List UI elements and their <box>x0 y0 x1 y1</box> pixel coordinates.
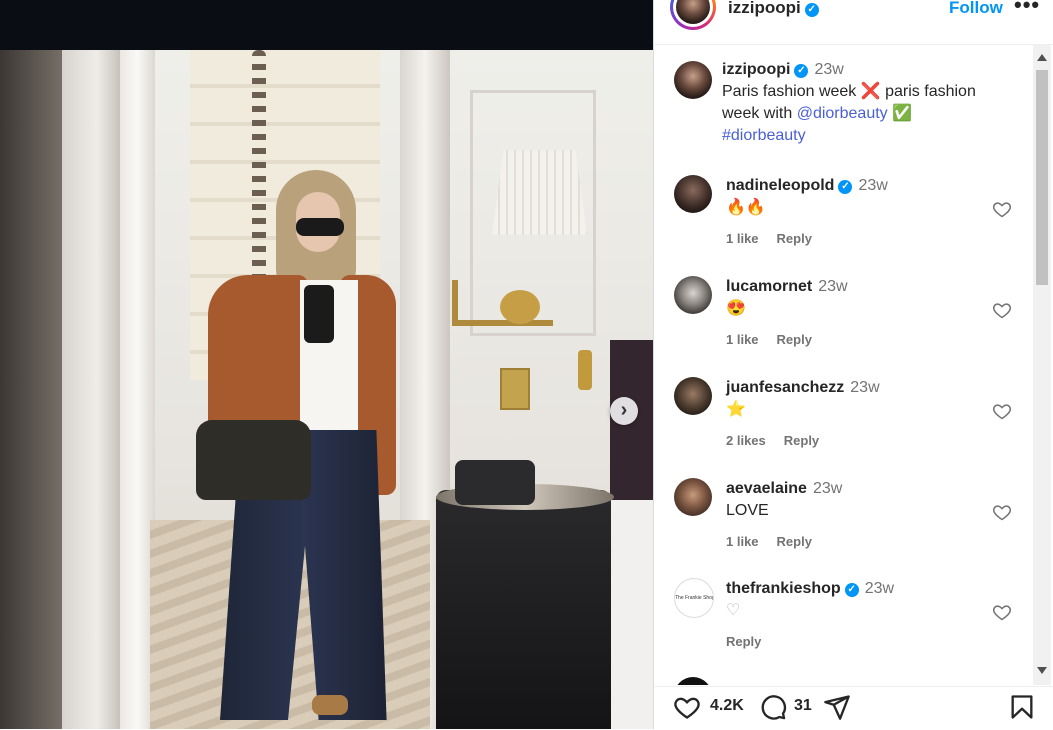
photo-lamp-plate <box>500 290 540 324</box>
heart-icon[interactable] <box>992 300 1012 320</box>
comments-count[interactable]: 31 <box>794 697 812 715</box>
comment-time[interactable]: 23w <box>813 480 842 497</box>
post-header: izzipoopi ✓ Follow ••• <box>654 0 1053 45</box>
comment-avatar[interactable] <box>674 677 712 685</box>
verified-badge-icon: ✓ <box>804 3 819 17</box>
photo-handbag <box>196 420 311 500</box>
comment-likes[interactable]: 1 like <box>726 534 759 549</box>
photo-outlet <box>500 368 530 410</box>
photo-shoe <box>312 695 348 715</box>
likes-count[interactable]: 4.2K <box>710 697 744 715</box>
comment-time[interactable]: 23w <box>858 177 887 194</box>
scroll-down-icon[interactable] <box>1037 667 1047 674</box>
photo-sconce <box>578 350 592 390</box>
bookmark-icon[interactable] <box>1008 693 1036 721</box>
heart-icon[interactable] <box>672 693 702 721</box>
comment-item: nadineleopold ✓ 23w 🔥🔥 1 like Reply <box>654 173 1032 268</box>
verified-badge-icon: ✓ <box>838 180 853 194</box>
comments-list[interactable]: izzipoopi ✓ 23w Paris fashion week ❌ paris… <box>654 45 1032 685</box>
scroll-up-icon[interactable] <box>1037 54 1047 61</box>
hashtag-link[interactable]: #diorbeauty <box>722 127 806 144</box>
heart-icon[interactable] <box>992 401 1012 421</box>
comment-icon[interactable] <box>758 693 788 721</box>
comment-time[interactable]: 23w <box>818 278 847 295</box>
comment-likes[interactable]: 1 like <box>726 231 759 246</box>
photo-lampshade <box>492 150 587 235</box>
heart-icon[interactable] <box>992 199 1012 219</box>
comment-item: lucamornet 23w 😍 1 like Reply <box>654 274 1032 369</box>
comment-username[interactable]: lucamornet <box>726 278 812 295</box>
reply-button[interactable]: Reply <box>726 634 761 649</box>
verified-badge-icon: ✓ <box>844 583 859 597</box>
photo-curtain-chain <box>252 50 266 300</box>
author-username[interactable]: izzipoopi ✓ <box>728 0 819 18</box>
comment-item: The Frankie Shop thefrankieshop ✓ 23w ♡ Re… <box>654 576 1032 671</box>
reply-button[interactable]: Reply <box>777 231 812 246</box>
share-icon[interactable] <box>822 693 852 721</box>
reply-button[interactable]: Reply <box>777 534 812 549</box>
heart-icon[interactable] <box>992 602 1012 622</box>
comment-avatar[interactable] <box>674 478 712 516</box>
mention-link[interactable]: @diorbeauty <box>797 105 888 122</box>
caption-text: Paris fashion week <box>722 83 857 100</box>
comment-avatar[interactable]: The Frankie Shop <box>674 578 714 618</box>
comment-avatar[interactable] <box>674 175 712 213</box>
caption-avatar[interactable] <box>674 61 712 99</box>
caption-time[interactable]: 23w <box>814 61 843 78</box>
comment-likes[interactable]: 1 like <box>726 332 759 347</box>
comment-text: ♡ <box>726 602 741 619</box>
photo-nightstand <box>436 490 611 729</box>
photo-smartphone <box>304 285 334 343</box>
reply-button[interactable]: Reply <box>784 433 819 448</box>
next-photo-button[interactable]: › <box>610 397 638 425</box>
comment-text: LOVE <box>726 502 769 519</box>
photo-door-frame <box>62 50 120 729</box>
comment-text: 😍 <box>726 300 746 317</box>
more-options-icon[interactable]: ••• <box>1014 0 1040 18</box>
post-side-panel: izzipoopi ✓ Follow ••• izzipoopi ✓ 23w Pari… <box>653 0 1053 730</box>
comment-item: aevaelaine 23w LOVE 1 like Reply <box>654 476 1032 571</box>
post-photo <box>0 50 653 729</box>
comment-username[interactable]: thefrankieshop <box>726 580 841 597</box>
heart-icon[interactable] <box>992 502 1012 522</box>
post-media-pane: › <box>0 0 653 729</box>
comment-username[interactable]: juanfesanchezz <box>726 379 844 396</box>
comment-text: ⭐ <box>726 401 746 418</box>
comment-time[interactable]: 23w <box>865 580 894 597</box>
photo-sunglasses <box>296 218 344 236</box>
comment-avatar[interactable] <box>674 377 712 415</box>
comments-scroll-thumb[interactable] <box>1036 70 1048 285</box>
cross-mark-icon: ❌ <box>860 83 881 100</box>
photo-desk-phone <box>455 460 535 505</box>
comment-item: juanfesanchezz 23w ⭐ 2 likes Reply <box>654 375 1032 470</box>
post-actions-bar: 4.2K 31 <box>654 686 1053 730</box>
follow-button[interactable]: Follow <box>949 0 1003 18</box>
caption-username[interactable]: izzipoopi <box>722 61 790 78</box>
check-mark-icon: ✅ <box>892 105 913 122</box>
chevron-right-icon: › <box>620 399 628 421</box>
reply-button[interactable]: Reply <box>777 332 812 347</box>
comment-avatar[interactable] <box>674 276 712 314</box>
verified-badge-icon: ✓ <box>794 64 809 78</box>
comment-likes[interactable]: 2 likes <box>726 433 766 448</box>
comment-username[interactable]: aevaelaine <box>726 480 807 497</box>
comment-time[interactable]: 23w <box>850 379 879 396</box>
comment-text: 🔥🔥 <box>726 199 766 216</box>
caption: izzipoopi ✓ 23w Paris fashion week ❌ paris… <box>654 57 1032 167</box>
comment-username[interactable]: nadineleopold <box>726 177 834 194</box>
